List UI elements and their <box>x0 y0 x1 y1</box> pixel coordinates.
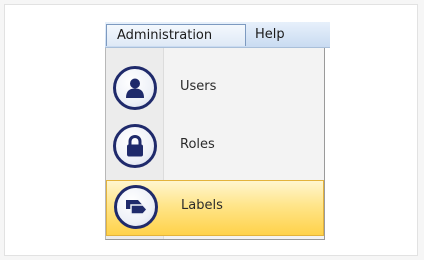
menu-help[interactable]: Help <box>251 24 285 46</box>
user-icon <box>113 66 157 110</box>
menu-item-users[interactable]: Users <box>106 60 324 118</box>
menu-bar: Administration Help <box>105 22 330 48</box>
menu-item-labels-label: Labels <box>181 198 223 213</box>
menu-item-roles[interactable]: Roles <box>106 118 324 176</box>
lock-icon <box>113 124 157 168</box>
menu-item-users-label: Users <box>180 79 217 94</box>
labels-icon <box>114 185 158 229</box>
administration-dropdown: Users Roles Labels <box>105 48 325 240</box>
menu-administration[interactable]: Administration <box>106 24 246 46</box>
menu-item-roles-label: Roles <box>180 137 215 152</box>
menu-item-labels[interactable]: Labels <box>106 180 324 236</box>
